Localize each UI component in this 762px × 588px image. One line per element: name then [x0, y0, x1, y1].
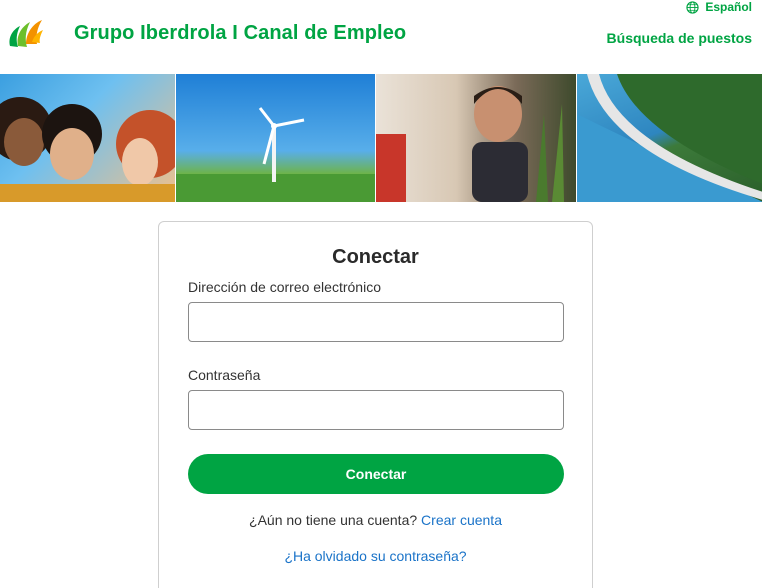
email-field[interactable]	[188, 302, 564, 342]
hero-banner	[0, 74, 762, 202]
email-label: Dirección de correo electrónico	[188, 279, 381, 295]
man-with-plant-image	[375, 74, 576, 202]
globe-icon	[686, 0, 699, 14]
login-submit-button[interactable]: Conectar	[188, 454, 564, 494]
people-smiling-image	[0, 74, 175, 202]
create-account-link[interactable]: Crear cuenta	[421, 512, 502, 528]
brand-title: Grupo Iberdrola I Canal de Empleo	[74, 22, 407, 44]
no-account-text: ¿Aún no tiene una cuenta?	[249, 512, 418, 528]
wind-turbine-image	[175, 74, 375, 202]
dam-aerial-image	[576, 74, 762, 202]
site-header: Grupo Iberdrola I Canal de Empleo Españo…	[0, 0, 762, 74]
language-label: Español	[705, 0, 752, 14]
language-selector[interactable]: Español	[686, 0, 752, 14]
forgot-password-link[interactable]: ¿Ha olvidado su contraseña?	[284, 548, 466, 564]
login-card: Conectar Dirección de correo electrónico…	[158, 221, 593, 588]
job-search-link[interactable]: Búsqueda de puestos	[607, 30, 752, 46]
signup-prompt: ¿Aún no tiene una cuenta? Crear cuenta	[159, 512, 592, 528]
password-label: Contraseña	[188, 367, 261, 383]
login-title: Conectar	[332, 246, 419, 268]
iberdrola-leaf-logo-icon[interactable]	[6, 14, 44, 50]
forgot-password-row: ¿Ha olvidado su contraseña?	[159, 548, 592, 564]
password-field[interactable]	[188, 390, 564, 430]
